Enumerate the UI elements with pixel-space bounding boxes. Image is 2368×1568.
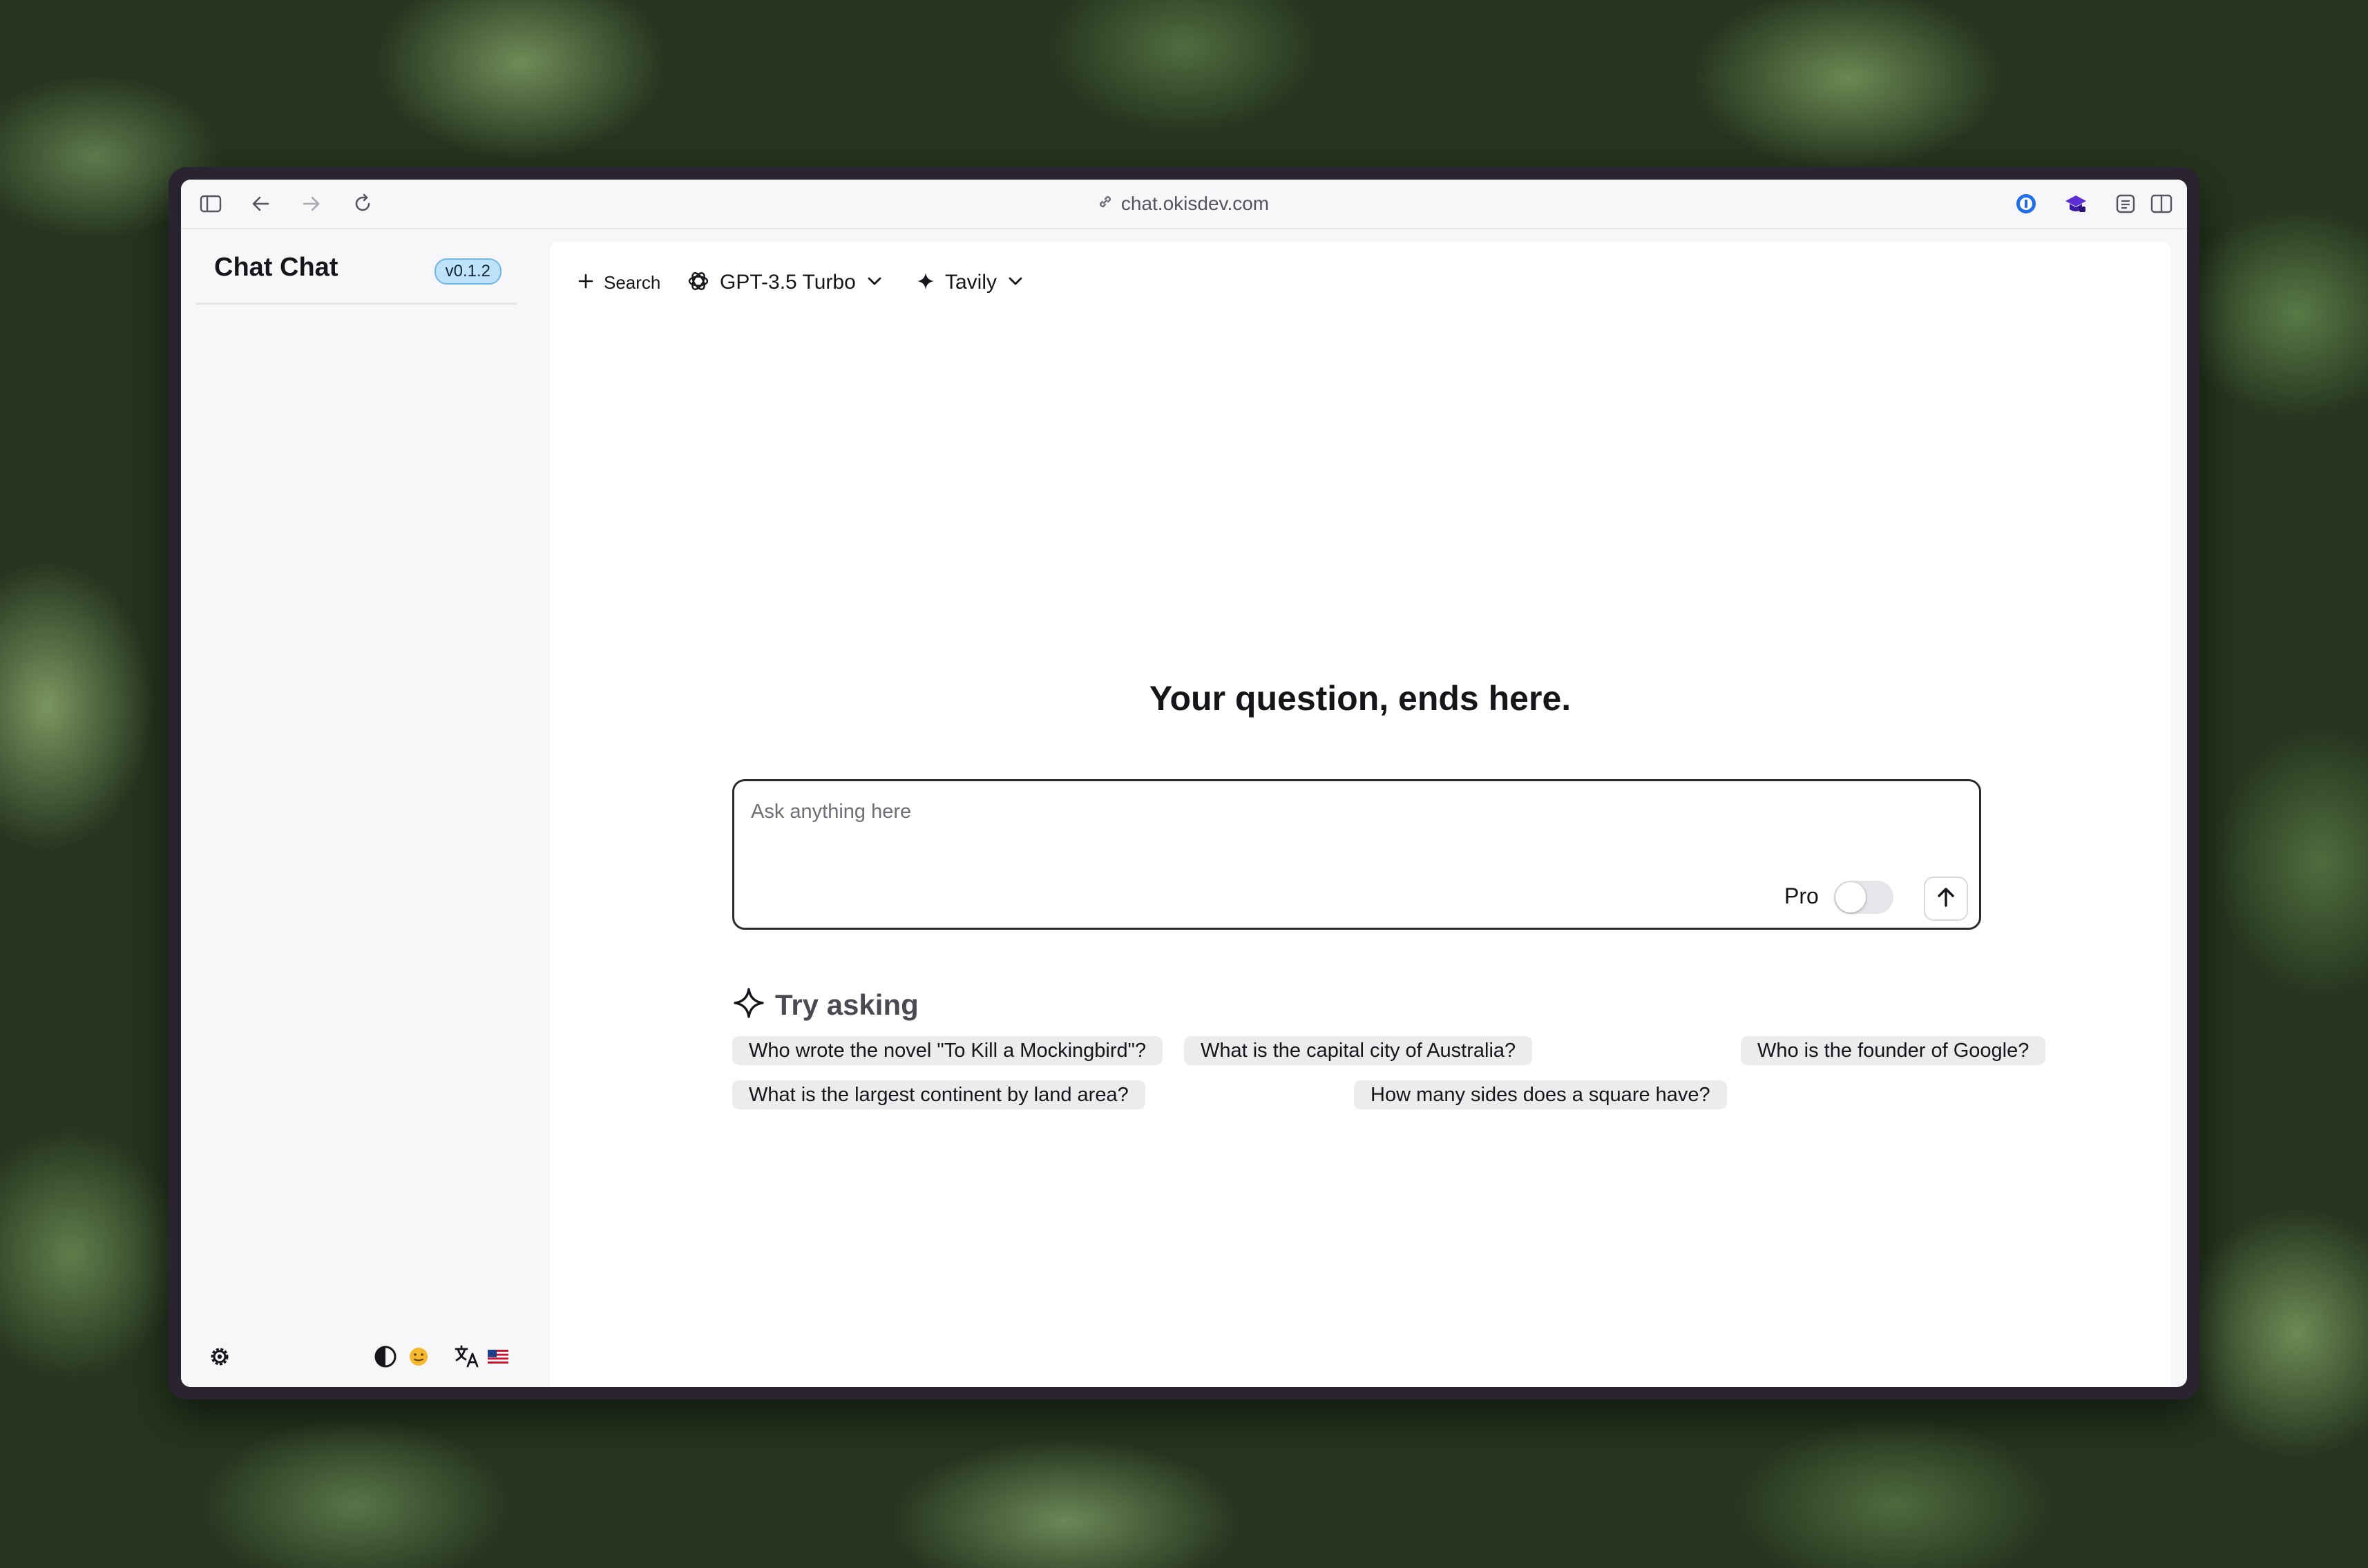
model-selector[interactable]: GPT-3.5 Turbo (687, 267, 884, 298)
theme-contrast-icon[interactable] (372, 1343, 399, 1370)
emoji-icon[interactable] (406, 1344, 431, 1369)
app-name: Chat Chat (214, 253, 338, 282)
suggestion-chip[interactable]: What is the largest continent by land ar… (732, 1080, 1145, 1109)
ask-box: Pro (732, 779, 1981, 930)
send-button[interactable] (1924, 877, 1968, 921)
reader-icon[interactable] (2112, 191, 2139, 217)
suggestion-chip[interactable]: What is the capital city of Australia? (1184, 1036, 1533, 1065)
suggestion-chip[interactable]: Who wrote the novel "To Kill a Mockingbi… (732, 1036, 1163, 1065)
address-bar[interactable]: chat.okisdev.com (1072, 188, 1293, 220)
new-search-button[interactable]: Search (577, 267, 660, 298)
suggestion-chip[interactable]: How many sides does a square have? (1354, 1080, 1727, 1109)
translate-icon[interactable] (452, 1341, 482, 1372)
main-panel: Search GPT-3.5 Turbo Tavily Your questio… (550, 242, 2170, 1387)
try-asking-header: Try asking (732, 986, 919, 1023)
browser-content: chat.okisdev.com Chat Chat v0.1.2 Search… (181, 180, 2187, 1387)
plus-icon (577, 273, 594, 293)
pro-label: Pro (1784, 883, 1819, 908)
sidebar-toggle-icon[interactable] (198, 191, 224, 217)
pro-toggle-knob (1835, 882, 1866, 912)
sparkle-icon (916, 271, 935, 294)
pro-toggle[interactable] (1834, 881, 1893, 914)
forward-arrow-icon[interactable] (298, 191, 325, 217)
search-engine-label: Tavily (945, 271, 997, 294)
hero-title: Your question, ends here. (1149, 679, 1572, 718)
graduation-cap-icon[interactable] (2063, 191, 2089, 217)
link-icon (1096, 193, 1114, 216)
chevron-down-icon (866, 274, 884, 291)
us-flag-icon[interactable] (486, 1347, 510, 1366)
new-search-label: Search (604, 271, 661, 293)
arrow-up-icon (1936, 886, 1956, 912)
back-arrow-icon[interactable] (247, 191, 274, 217)
suggestion-chip[interactable]: Who is the founder of Google? (1741, 1036, 2046, 1065)
openai-logo-icon (687, 269, 710, 296)
browser-toolbar: chat.okisdev.com (181, 180, 2187, 229)
chevron-down-icon (1006, 274, 1024, 291)
ask-input[interactable] (749, 794, 1788, 830)
sparkle-outline-icon (732, 986, 765, 1023)
reload-icon[interactable] (350, 191, 376, 217)
version-badge: v0.1.2 (434, 258, 502, 285)
settings-gear-icon[interactable] (206, 1343, 233, 1370)
browser-window: chat.okisdev.com Chat Chat v0.1.2 Search… (169, 167, 2199, 1399)
url-text: chat.okisdev.com (1120, 193, 1270, 214)
sidebar-header: Chat Chat v0.1.2 (196, 229, 517, 305)
model-label: GPT-3.5 Turbo (720, 271, 856, 294)
password-manager-icon[interactable] (2013, 191, 2039, 217)
try-asking-title: Try asking (775, 988, 919, 1021)
search-engine-selector[interactable]: Tavily (916, 267, 1024, 298)
sidebar: Chat Chat v0.1.2 (181, 229, 536, 1387)
split-view-icon[interactable] (2148, 191, 2175, 217)
